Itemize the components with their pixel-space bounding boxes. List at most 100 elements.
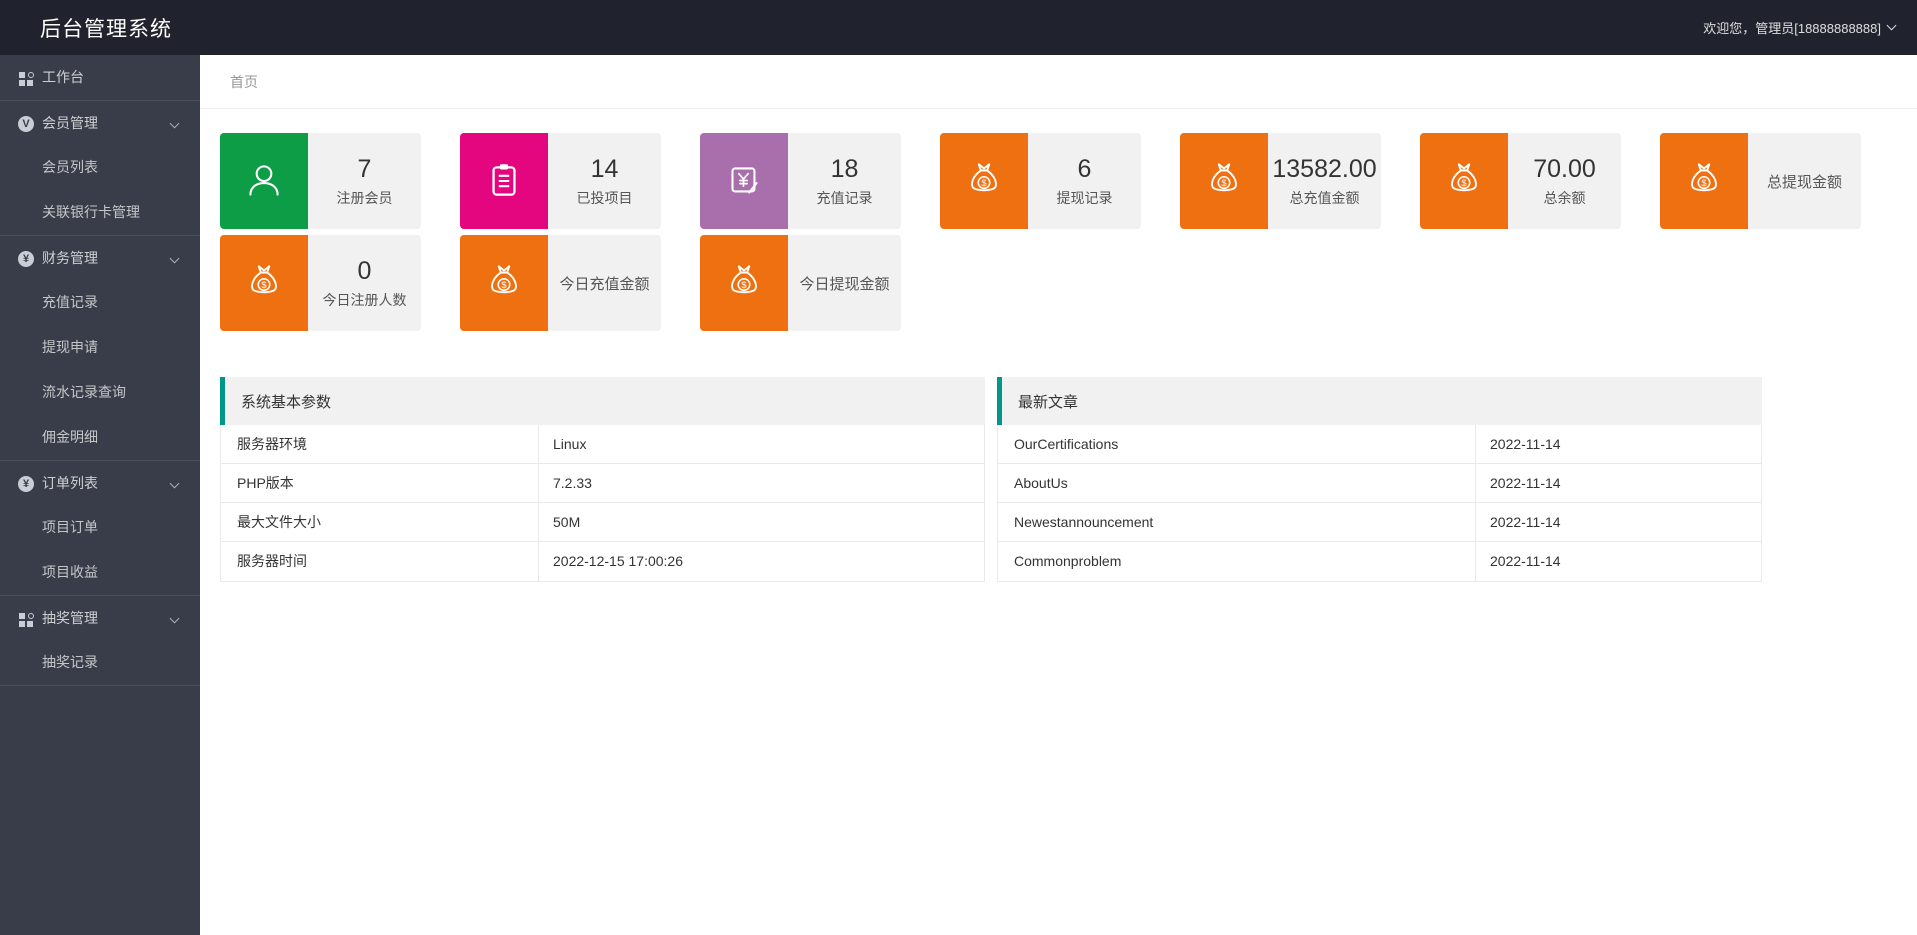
user-dropdown[interactable]: 欢迎您，管理员[18888888888] [1703, 18, 1917, 37]
table-cell-value: 50M [539, 503, 984, 541]
table-row: Newestannouncement 2022-11-14 [998, 503, 1761, 542]
stat-value: 6 [1078, 154, 1092, 185]
stat-card: $ 0 今日注册人数 [220, 235, 421, 331]
stat-value: 0 [358, 256, 372, 287]
table-cell-value: 2022-12-15 17:00:26 [539, 542, 984, 581]
sidebar-item[interactable]: 提现申请 [0, 325, 200, 370]
chevron-down-icon [170, 614, 180, 624]
stat-card-icon-block: $ [460, 235, 548, 331]
stat-card-info: 今日充值金额 [548, 235, 661, 331]
stat-label: 今日注册人数 [323, 290, 407, 310]
stat-value: 14 [591, 154, 619, 185]
system-params-panel: 系统基本参数 服务器环境 Linux PHP版本 7.2.33 最大文件大小 5… [220, 377, 985, 582]
sidebar-item-label: 佣金明细 [42, 429, 98, 445]
stat-card-icon-block: $ [940, 133, 1028, 229]
stat-card-icon-block [700, 133, 788, 229]
console-icon [18, 70, 34, 86]
table-cell-name: PHP版本 [221, 464, 539, 502]
stat-card: $ 今日提现金额 [700, 235, 901, 331]
moneybag-icon: $ [481, 260, 527, 306]
chevron-down-icon [170, 119, 180, 129]
table-cell-value: Linux [539, 425, 984, 463]
moneybag-icon: $ [721, 260, 767, 306]
table-row: AboutUs 2022-11-14 [998, 464, 1761, 503]
stat-label: 今日充值金额 [559, 273, 649, 294]
order-circle-icon [18, 476, 34, 492]
table-cell-name: 服务器环境 [221, 425, 539, 463]
sidebar-item[interactable]: 项目收益 [0, 550, 200, 595]
app-title: 后台管理系统 [0, 13, 172, 43]
chevron-down-icon [170, 479, 180, 489]
table-row: 最大文件大小 50M [221, 503, 984, 542]
stat-cards-row-2: $ 0 今日注册人数 $ 今日充值金额 [200, 229, 1917, 331]
chevron-down-icon [170, 254, 180, 264]
stat-label: 总提现金额 [1767, 171, 1842, 192]
user-icon [241, 158, 287, 204]
table-cell-name: Commonproblem [998, 542, 1476, 581]
panel-title: 最新文章 [1002, 391, 1078, 412]
stat-card-icon-block: $ [700, 235, 788, 331]
sidebar-item-label: 抽奖管理 [42, 610, 98, 626]
sidebar-item-label: 流水记录查询 [42, 384, 126, 400]
stat-label: 今日提现金额 [799, 273, 889, 294]
breadcrumb: 首页 [200, 55, 1917, 109]
table-cell-value: 2022-11-14 [1476, 425, 1761, 463]
sidebar-item-label: 项目收益 [42, 564, 98, 580]
sidebar-item[interactable]: 抽奖记录 [0, 640, 200, 685]
stat-card: $ 13582.00 总充值金额 [1180, 133, 1381, 229]
moneybag-icon: $ [1441, 158, 1487, 204]
stat-value: 18 [831, 154, 859, 185]
table-cell-name: 最大文件大小 [221, 503, 539, 541]
table-cell-name: Newestannouncement [998, 503, 1476, 541]
lottery-grid-icon [18, 611, 34, 627]
stat-card-icon-block: $ [1420, 133, 1508, 229]
sidebar-item-label: 提现申请 [42, 339, 98, 355]
stat-card-info: 13582.00 总充值金额 [1268, 133, 1381, 229]
panel-header: 最新文章 [997, 377, 1762, 425]
chevron-down-icon [1887, 21, 1897, 31]
stat-label: 总余额 [1544, 188, 1586, 208]
stat-cards-row-1: 7 注册会员 14 已投项目 [200, 109, 1917, 229]
table-row: Commonproblem 2022-11-14 [998, 542, 1761, 581]
recharge-icon [721, 158, 767, 204]
sidebar-item-label: 工作台 [42, 69, 84, 85]
sidebar-item[interactable]: 项目订单 [0, 505, 200, 550]
sidebar-item-label: 项目订单 [42, 519, 98, 535]
sidebar-item[interactable]: 充值记录 [0, 280, 200, 325]
sidebar-item[interactable]: 关联银行卡管理 [0, 190, 200, 235]
sidebar: 工作台 会员管理 会员列表 关联银行卡管理 财务管理 充值记录 提现申请 流水记… [0, 55, 200, 935]
stat-card-info: 18 充值记录 [788, 133, 901, 229]
sidebar-item[interactable]: 会员列表 [0, 145, 200, 190]
stat-value: 13582.00 [1272, 154, 1376, 185]
stat-card-icon-block [460, 133, 548, 229]
stat-card-icon-block: $ [1660, 133, 1748, 229]
stat-card-icon-block: $ [1180, 133, 1268, 229]
sidebar-item[interactable]: 财务管理 [0, 235, 200, 280]
stat-value: 70.00 [1533, 154, 1596, 185]
top-header: 后台管理系统 欢迎您，管理员[18888888888] [0, 0, 1917, 55]
table-row: PHP版本 7.2.33 [221, 464, 984, 503]
stat-card: 7 注册会员 [220, 133, 421, 229]
stat-value: 7 [358, 154, 372, 185]
stat-card-icon-block [220, 133, 308, 229]
sidebar-item-label: 抽奖记录 [42, 654, 98, 670]
panel-title: 系统基本参数 [225, 391, 331, 412]
sidebar-item[interactable]: 会员管理 [0, 100, 200, 145]
table-cell-value: 2022-11-14 [1476, 503, 1761, 541]
stat-card: $ 70.00 总余额 [1420, 133, 1621, 229]
sidebar-item[interactable]: 工作台 [0, 55, 200, 100]
stat-card: $ 总提现金额 [1660, 133, 1861, 229]
sidebar-item[interactable]: 订单列表 [0, 460, 200, 505]
sidebar-item[interactable]: 佣金明细 [0, 415, 200, 460]
table-row: 服务器时间 2022-12-15 17:00:26 [221, 542, 984, 581]
sidebar-item[interactable]: 抽奖管理 [0, 595, 200, 640]
stat-card: $ 6 提现记录 [940, 133, 1141, 229]
moneybag-icon: $ [1201, 158, 1247, 204]
table-row: 服务器环境 Linux [221, 425, 984, 464]
panels-row: 系统基本参数 服务器环境 Linux PHP版本 7.2.33 最大文件大小 5… [200, 331, 1917, 582]
sidebar-item[interactable]: 流水记录查询 [0, 370, 200, 415]
svg-text:$: $ [981, 177, 987, 188]
sidebar-item-label: 会员管理 [42, 115, 98, 131]
sidebar-menu: 工作台 会员管理 会员列表 关联银行卡管理 财务管理 充值记录 提现申请 流水记… [0, 55, 200, 685]
breadcrumb-home-link[interactable]: 首页 [230, 74, 258, 90]
